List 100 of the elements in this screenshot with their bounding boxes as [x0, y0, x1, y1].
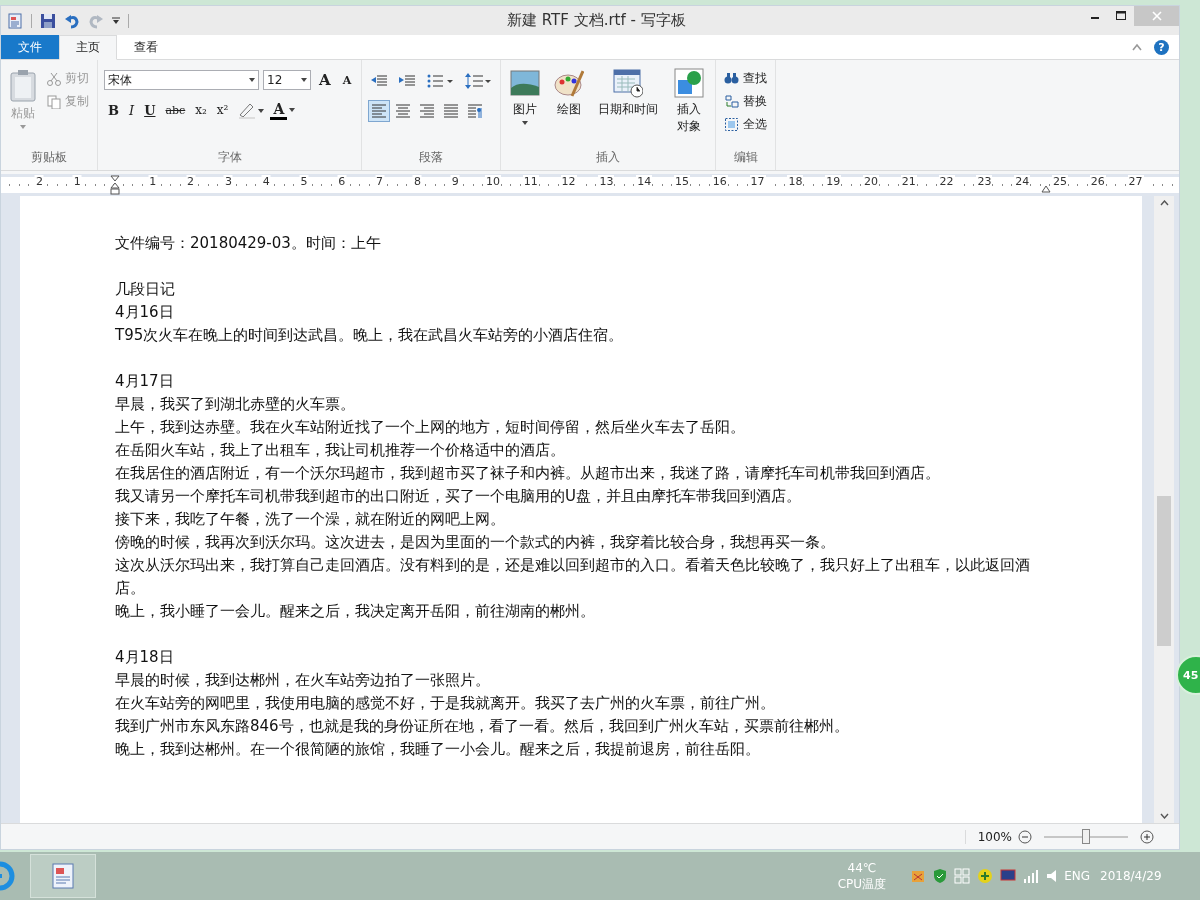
- close-icon: [1151, 11, 1162, 21]
- dropdown-caret-icon: [112, 16, 120, 25]
- ruler-number: 18: [787, 175, 804, 188]
- align-left-icon: [371, 103, 388, 119]
- right-indent-marker-icon: [1041, 185, 1051, 193]
- paint-icon: [554, 68, 585, 98]
- find-button[interactable]: 查找: [722, 68, 770, 89]
- bold-button[interactable]: B: [104, 99, 123, 121]
- ruler-number: 13: [598, 175, 615, 188]
- ruler-number: 1: [72, 175, 82, 188]
- underline-button[interactable]: U: [140, 99, 160, 121]
- decrease-indent-icon: [371, 74, 388, 88]
- datetime-icon: [613, 68, 644, 98]
- document-text-line: 晚上，我到达郴州。在一个很简陋的旅馆，我睡了一小会儿。醒来之后，我提前退房，前往岳阳。: [115, 739, 761, 760]
- wordpad-icon: [51, 863, 75, 889]
- document-text-line: 傍晚的时候，我再次到沃尔玛。这次进去，是因为里面的一个款式的内裤，我穿着比较合身，我想再买一条。: [115, 532, 836, 553]
- select-all-icon: [724, 117, 740, 132]
- highlighter-icon: [237, 101, 266, 119]
- redo-button[interactable]: [88, 12, 104, 29]
- ruler-number: 19: [825, 175, 842, 188]
- picture-icon: [510, 68, 541, 98]
- cpu-temperature: 44℃: [847, 860, 877, 876]
- save-icon: [40, 12, 56, 29]
- document-text-line: 我到广州市东风东路846号，也就是我的身份证所在地，看了一看。然后，我回到广州火车站，买票前往郴州。: [115, 716, 850, 737]
- caret-icon: [20, 125, 26, 129]
- zoom-in-button[interactable]: [1140, 829, 1154, 844]
- document-text-line: 4月18日: [115, 647, 175, 668]
- scissors-icon: [47, 71, 61, 86]
- insert-object-button[interactable]: 插入对象: [669, 66, 710, 149]
- speaker-icon: [1046, 868, 1058, 884]
- ruler-number: 2: [34, 175, 44, 188]
- document-text-line: 早晨的时候，我到达郴州，在火车站旁边拍了一张照片。: [115, 670, 491, 691]
- ruler-number: 4: [261, 175, 271, 188]
- document-text-line: 文件编号：20180429-03。时间：上午: [115, 233, 382, 254]
- document-text-line: 在火车站旁的网吧里，我使用电脑的感觉不好，于是我就离开。我买了去广州的火车票，前往广州。: [115, 693, 776, 714]
- document-text-line: 晚上，我小睡了一会儿。醒来之后，我决定离开岳阳，前往湖南的郴州。: [115, 601, 596, 622]
- object-icon: [674, 68, 705, 98]
- align-right-icon: [419, 103, 436, 119]
- redo-icon: [88, 12, 104, 29]
- caret-icon: [522, 121, 529, 125]
- window-title: 新建 RTF 文档.rtf - 写字板: [507, 11, 687, 30]
- font-size-dropdown[interactable]: 12: [263, 70, 311, 90]
- save-button[interactable]: [40, 12, 56, 29]
- strike-button[interactable]: abc: [161, 99, 190, 121]
- group-label: 字体: [217, 149, 242, 166]
- document-text-line: 在我居住的酒店附近，有一个沃尔玛超市，我到超市买了袜子和内裤。从超市出来，我迷了路，请摩托车司机带我回到酒店。: [115, 463, 941, 484]
- group-label: 剪贴板: [31, 149, 67, 166]
- collapse-ribbon-icon: [1132, 43, 1142, 51]
- undo-icon: [64, 12, 80, 29]
- clipboard-icon: [10, 70, 36, 102]
- ribbon-tab[interactable]: 查看: [117, 35, 175, 59]
- paint-drawing-button[interactable]: 绘图: [551, 66, 588, 149]
- italic-button[interactable]: I: [125, 99, 139, 121]
- wordpad-icon: [7, 12, 23, 29]
- zoom-slider-thumb[interactable]: [1082, 829, 1090, 844]
- undo-button[interactable]: [64, 12, 80, 29]
- file-menu-tab[interactable]: 文件: [1, 35, 59, 59]
- select-all-button[interactable]: 全选: [722, 114, 770, 135]
- zoom-level: 100%: [964, 829, 1012, 844]
- line-spacing-icon: [465, 73, 492, 89]
- ruler-number: 7: [375, 175, 385, 188]
- align-justify-icon: [443, 103, 460, 119]
- ruler-number: 2: [186, 175, 196, 188]
- document-text-line: 上午，我到达赤壁。我在火车站附近找了一个上网的地方，短时间停留，然后坐火车去了岳阳。: [115, 417, 746, 438]
- document-text-line: 4月17日: [115, 371, 175, 392]
- document-text-line: 接下来，我吃了午餐，洗了一个澡，就在附近的网吧上网。: [115, 509, 506, 530]
- vertical-scrollbar[interactable]: [1154, 196, 1174, 823]
- ruler-number: 5: [299, 175, 309, 188]
- ruler-number: 6: [337, 175, 347, 188]
- minus-icon: [1018, 829, 1032, 844]
- ruler-number: 1: [148, 175, 158, 188]
- ruler-number: 8: [412, 175, 422, 188]
- group-label: 插入: [596, 149, 621, 166]
- wordpad-taskbar-button[interactable]: [30, 854, 96, 898]
- grow-font-button[interactable]: A: [315, 69, 335, 91]
- font-family-dropdown[interactable]: 宋体: [104, 70, 259, 90]
- ruler-number: 25: [1052, 175, 1068, 188]
- document-text-line: 4月16日: [115, 302, 175, 323]
- shrink-font-button[interactable]: A: [338, 69, 356, 91]
- font-color-button[interactable]: A: [270, 100, 288, 120]
- scroll-down-icon: [1159, 813, 1169, 819]
- document-text-line: 这次从沃尔玛出来，我打算自己走回酒店。没有料到的是，还是难以回到超市的入口。看着天色比较晚了，我只好上了出租车，以此返回酒店。: [115, 555, 1031, 599]
- align-left-button[interactable]: [368, 100, 391, 122]
- ruler-number: 9: [450, 175, 460, 188]
- scroll-up-icon: [1159, 200, 1169, 206]
- increase-indent-icon: [399, 74, 416, 88]
- group-label: 编辑: [733, 149, 758, 166]
- shield-icon: [933, 868, 948, 884]
- help-button[interactable]: ?: [1154, 39, 1169, 55]
- ribbon-tab[interactable]: 主页: [59, 35, 117, 60]
- scrollbar-thumb[interactable]: [1157, 496, 1171, 646]
- picture-button[interactable]: 图片: [507, 66, 544, 149]
- cpu-temperature-label: CPU温度: [837, 876, 887, 892]
- sup-button[interactable]: x²: [212, 99, 233, 121]
- zoom-out-button[interactable]: [1018, 829, 1032, 844]
- sub-button[interactable]: x₂: [191, 99, 211, 121]
- bullet-list-icon: [427, 74, 454, 88]
- date-time-button[interactable]: 日期和时间: [595, 66, 662, 149]
- replace-button[interactable]: 替换: [722, 91, 770, 112]
- widget-counter: 45: [1183, 668, 1199, 682]
